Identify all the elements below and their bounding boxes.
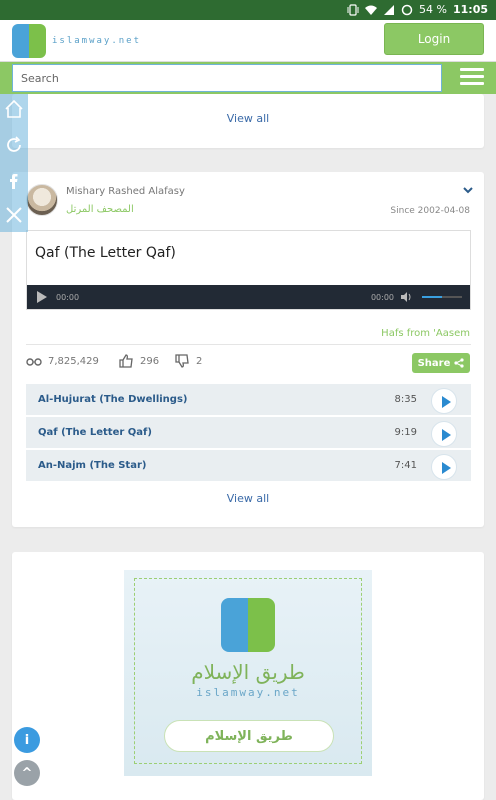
track-title[interactable]: Qaf (The Letter Qaf): [38, 427, 152, 438]
search-input[interactable]: Search: [12, 64, 442, 92]
play-icon[interactable]: [431, 388, 457, 414]
site-logo[interactable]: islamway.net: [12, 24, 141, 58]
rewaya-link[interactable]: Hafs from 'Aasem: [381, 328, 470, 339]
battery-icon: [401, 4, 413, 15]
track-row[interactable]: Qaf (The Letter Qaf) 9:19: [26, 417, 471, 449]
refresh-icon[interactable]: [3, 134, 25, 156]
islamway-banner[interactable]: طريق الإسلام islamway.net طريق الإسلام: [124, 570, 372, 776]
likes-count: 296: [140, 355, 160, 367]
clock: 11:05: [452, 3, 488, 16]
glasses-icon: [26, 358, 42, 366]
player-controls: 00:00 00:00: [27, 285, 470, 309]
track-duration: 8:35: [394, 394, 417, 405]
close-icon[interactable]: [3, 204, 25, 226]
site-header: islamway.net Login: [0, 20, 496, 62]
search-bar: Search: [0, 62, 496, 94]
track-duration: 7:41: [394, 460, 417, 471]
play-icon[interactable]: [37, 291, 47, 303]
play-icon[interactable]: [431, 421, 457, 447]
divider: [26, 344, 471, 345]
logo-icon: [12, 24, 46, 58]
hamburger-menu-icon[interactable]: [460, 68, 484, 88]
track-title[interactable]: An-Najm (The Star): [38, 460, 146, 471]
previous-card: View all: [12, 94, 484, 148]
track-row[interactable]: Al-Hujurat (The Dwellings) 8:35: [26, 384, 471, 416]
play-icon[interactable]: [431, 454, 457, 480]
home-icon[interactable]: [3, 98, 25, 120]
view-all-link[interactable]: View all: [12, 112, 484, 125]
dislikes-count: 2: [196, 355, 203, 367]
share-label: Share: [417, 357, 451, 369]
volume-icon[interactable]: [401, 292, 413, 302]
thumbs-up-icon[interactable]: [118, 354, 134, 368]
thumbs-down-icon[interactable]: [174, 354, 190, 368]
wifi-icon: [365, 5, 378, 15]
share-icon: [454, 358, 464, 368]
chevron-down-icon[interactable]: [462, 184, 474, 196]
facebook-icon[interactable]: [3, 170, 25, 192]
banner-arabic-title: طريق الإسلام: [191, 660, 305, 684]
vibrate-icon: [347, 3, 359, 16]
scroll-top-button[interactable]: ^: [14, 760, 40, 786]
logo-text: islamway.net: [52, 36, 142, 46]
status-bar: 54 % 11:05: [0, 0, 496, 20]
track-title[interactable]: Al-Hujurat (The Dwellings): [38, 394, 187, 405]
audio-player: Qaf (The Letter Qaf) 00:00 00:00: [26, 230, 471, 310]
reciter-name[interactable]: Mishary Rashed Alafasy: [66, 186, 185, 197]
side-share-bar: [0, 94, 28, 232]
info-button[interactable]: i: [14, 727, 40, 753]
recitation-card: Mishary Rashed Alafasy المصحف المرتل Sin…: [12, 172, 484, 527]
share-button[interactable]: Share: [412, 353, 470, 373]
views-count: 7,825,429: [48, 355, 99, 367]
islamway-logo-icon: [221, 598, 275, 652]
banner-button[interactable]: طريق الإسلام: [164, 720, 334, 752]
signal-icon: [384, 4, 395, 15]
promo-card: طريق الإسلام islamway.net طريق الإسلام: [12, 552, 484, 800]
since-date: Since 2002-04-08: [390, 206, 470, 216]
view-all-link[interactable]: View all: [12, 492, 484, 505]
dislikes-stat[interactable]: 2: [174, 354, 202, 368]
banner-latin-title: islamway.net: [196, 686, 300, 699]
total-time: 00:00: [370, 293, 394, 302]
reciter-arabic-collection[interactable]: المصحف المرتل: [66, 204, 134, 215]
likes-stat[interactable]: 296: [118, 354, 159, 368]
avatar[interactable]: [26, 184, 58, 216]
current-time: 00:00: [56, 293, 80, 302]
track-row[interactable]: An-Najm (The Star) 7:41: [26, 450, 471, 482]
player-title: Qaf (The Letter Qaf): [35, 245, 176, 261]
track-duration: 9:19: [394, 427, 417, 438]
volume-slider[interactable]: [422, 296, 462, 298]
battery-percent: 54 %: [419, 3, 447, 16]
views-stat: 7,825,429: [26, 354, 99, 368]
login-button[interactable]: Login: [384, 23, 484, 55]
